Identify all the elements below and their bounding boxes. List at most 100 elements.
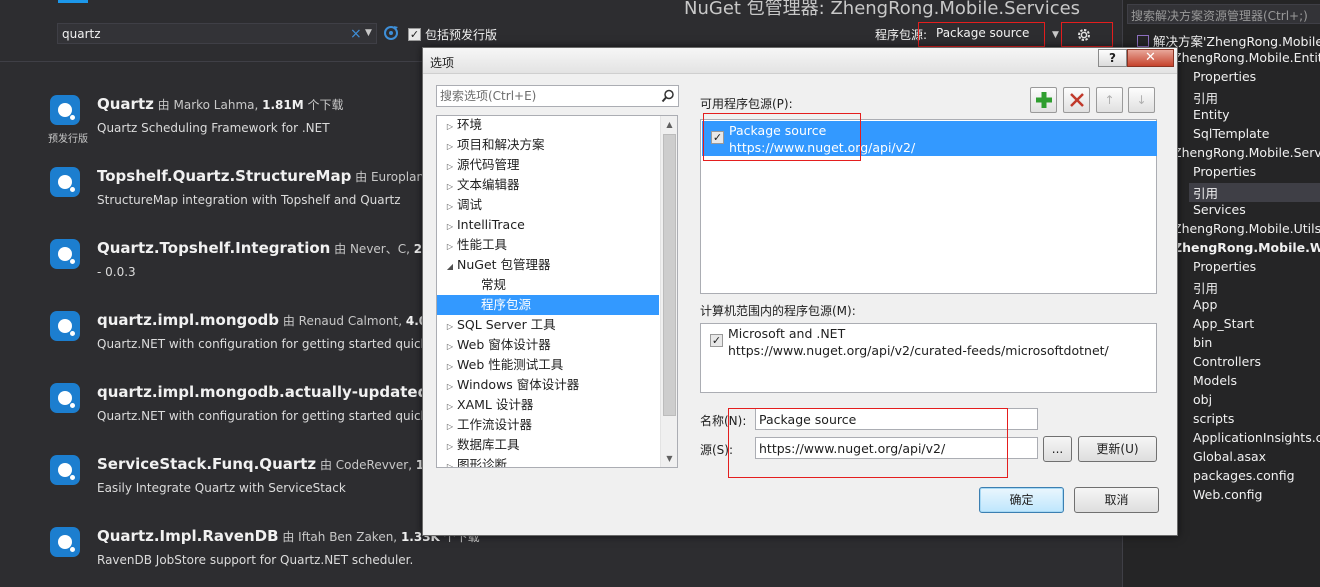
options-tree-item[interactable]: ▷ 工作流设计器 <box>437 415 659 435</box>
expand-arrow-icon[interactable]: ▷ <box>443 377 457 397</box>
package-title-line: quartz.impl.mongodb.actually-updated 由 <box>97 383 444 401</box>
solution-tree-item[interactable]: scripts <box>1189 411 1320 430</box>
dialog-titlebar[interactable]: 选项 ? ✕ <box>423 48 1177 74</box>
cancel-button[interactable]: 取消 <box>1074 487 1159 513</box>
expand-arrow-icon[interactable]: ▷ <box>443 317 457 337</box>
move-down-button[interactable]: ↓ <box>1128 87 1155 113</box>
expand-arrow-icon[interactable]: ▷ <box>443 337 457 357</box>
package-row[interactable]: Quartz.Topshelf.Integration 由 Never、C, 2… <box>0 239 455 303</box>
add-source-button[interactable] <box>1030 87 1057 113</box>
expand-arrow-icon[interactable]: ▷ <box>443 157 457 177</box>
refresh-icon[interactable] <box>382 24 400 42</box>
options-tree-item[interactable]: ▷ SQL Server 工具 <box>437 315 659 335</box>
solution-tree-item[interactable]: SqlTemplate <box>1189 126 1320 145</box>
options-tree-item[interactable]: 常规 <box>437 275 659 295</box>
solution-tree-item[interactable]: App_Start <box>1189 316 1320 335</box>
solution-item-label: obj <box>1193 392 1213 407</box>
package-row[interactable]: 预发行版 Quartz 由 Marko Lahma, 1.81M 个下载 Quart… <box>0 95 430 159</box>
expand-arrow-icon[interactable]: ▷ <box>443 137 457 157</box>
expand-arrow-icon[interactable]: ▷ <box>443 417 457 437</box>
solution-tree-item[interactable]: Properties <box>1189 259 1320 278</box>
solution-tree-item[interactable]: ZhengRong.Mobile.Utils <box>1169 221 1320 240</box>
options-search-box[interactable] <box>436 85 679 107</box>
solution-tree-item[interactable]: Properties <box>1189 164 1320 183</box>
solution-tree-item[interactable]: 引用 <box>1189 88 1320 107</box>
options-tree-item[interactable]: ▷ 项目和解决方案 <box>437 135 659 155</box>
scroll-thumb[interactable] <box>663 134 676 416</box>
update-button[interactable]: 更新(U) <box>1078 436 1157 462</box>
scroll-up-icon[interactable]: ▲ <box>661 116 677 133</box>
options-tree-item[interactable]: ▷ 调试 <box>437 195 659 215</box>
expand-arrow-icon[interactable]: ▷ <box>443 437 457 457</box>
expand-arrow-icon[interactable]: ▷ <box>443 117 457 137</box>
clear-search-icon[interactable]: × <box>350 26 362 42</box>
search-history-dropdown-icon[interactable]: ▼ <box>365 28 372 38</box>
solution-tree-item[interactable]: packages.config <box>1189 468 1320 487</box>
options-tree-item[interactable]: ▷ Windows 窗体设计器 <box>437 375 659 395</box>
help-button[interactable]: ? <box>1098 49 1127 67</box>
options-tree-scrollbar[interactable]: ▲ ▼ <box>660 116 677 467</box>
solution-tree-item[interactable]: Models <box>1189 373 1320 392</box>
package-source-select[interactable]: Package source <box>918 22 1045 47</box>
expand-arrow-icon[interactable]: ▷ <box>443 457 457 467</box>
solution-tree-item[interactable]: 引用 <box>1189 278 1320 297</box>
solution-tree-item[interactable]: Controllers <box>1189 354 1320 373</box>
close-button[interactable]: ✕ <box>1127 49 1174 67</box>
remove-source-button[interactable] <box>1063 87 1090 113</box>
solution-tree-item[interactable]: App <box>1189 297 1320 316</box>
expand-arrow-icon[interactable]: ▷ <box>443 177 457 197</box>
scroll-down-icon[interactable]: ▼ <box>661 450 677 467</box>
solution-tree-item[interactable]: ZhengRong.Mobile.Web <box>1169 240 1320 259</box>
package-row[interactable]: Topshelf.Quartz.StructureMap 由 Europlan,… <box>0 167 453 231</box>
browse-tab-indicator[interactable] <box>58 0 88 3</box>
options-tree-item[interactable]: ▷ IntelliTrace <box>437 215 659 235</box>
options-search-input[interactable] <box>440 88 655 104</box>
search-icon[interactable] <box>661 89 675 103</box>
solution-tree-item[interactable]: Services <box>1189 202 1320 221</box>
browse-button[interactable]: ... <box>1043 436 1072 462</box>
machine-source-checkbox[interactable]: ✓ <box>710 334 723 347</box>
include-prerelease-checkbox[interactable]: ✓ 包括预发行版 <box>408 26 497 43</box>
solution-tree-item[interactable]: ApplicationInsights.co <box>1189 430 1320 449</box>
options-tree-item[interactable]: ◢ NuGet 包管理器 <box>437 255 659 275</box>
package-row[interactable]: ServiceStack.Funq.Quartz 由 CodeRevver, 1… <box>0 455 455 519</box>
expand-arrow-icon[interactable]: ◢ <box>443 257 457 277</box>
options-tree-item[interactable]: 程序包源 <box>437 295 659 315</box>
ok-button[interactable]: 确定 <box>979 487 1064 513</box>
solution-search-input[interactable]: 搜索解决方案资源管理器(Ctrl+;) <box>1127 4 1320 24</box>
options-tree-item[interactable]: ▷ 数据库工具 <box>437 435 659 455</box>
prerelease-check-icon[interactable]: ✓ <box>408 28 421 41</box>
expand-arrow-icon[interactable]: ▷ <box>443 237 457 257</box>
package-row[interactable]: Quartz.Impl.RavenDB 由 Iftah Ben Zaken, 1… <box>0 527 480 587</box>
options-tree-item[interactable]: ▷ 性能工具 <box>437 235 659 255</box>
solution-tree-item[interactable]: Entity <box>1189 107 1320 126</box>
package-row[interactable]: quartz.impl.mongodb 由 Renaud Calmont, 4.… <box>0 311 445 375</box>
expand-arrow-icon[interactable]: ▷ <box>443 217 457 237</box>
solution-tree-item[interactable]: Global.asax <box>1189 449 1320 468</box>
package-description: Easily Integrate Quartz with ServiceStac… <box>97 481 346 495</box>
options-tree-label: 调试 <box>457 197 483 212</box>
solution-tree-item[interactable]: obj <box>1189 392 1320 411</box>
solution-tree-item[interactable]: 引用 <box>1189 183 1320 202</box>
solution-tree-item[interactable]: bin <box>1189 335 1320 354</box>
package-search-input[interactable] <box>62 25 342 42</box>
package-search-box[interactable] <box>57 23 377 44</box>
options-tree-item[interactable]: ▷ Web 窗体设计器 <box>437 335 659 355</box>
options-tree-item[interactable]: ▷ 源代码管理 <box>437 155 659 175</box>
options-tree-item[interactable]: ▷ 图形诊断 <box>437 455 659 467</box>
solution-tree-item[interactable]: ZhengRong.Mobile.Entity <box>1169 50 1320 69</box>
settings-button[interactable] <box>1061 22 1113 47</box>
package-source-dropdown-icon[interactable]: ▼ <box>1052 30 1059 40</box>
solution-tree-item[interactable]: Properties <box>1189 69 1320 88</box>
solution-tree-item[interactable]: Web.config <box>1189 487 1320 506</box>
options-tree-item[interactable]: ▷ Web 性能测试工具 <box>437 355 659 375</box>
solution-tree-item[interactable]: ZhengRong.Mobile.Servic <box>1169 145 1320 164</box>
package-row[interactable]: quartz.impl.mongodb.actually-updated 由 Qu… <box>0 383 444 447</box>
options-tree-item[interactable]: ▷ XAML 设计器 <box>437 395 659 415</box>
options-tree-item[interactable]: ▷ 环境 <box>437 116 659 137</box>
expand-arrow-icon[interactable]: ▷ <box>443 197 457 217</box>
expand-arrow-icon[interactable]: ▷ <box>443 357 457 377</box>
expand-arrow-icon[interactable]: ▷ <box>443 397 457 417</box>
options-tree-item[interactable]: ▷ 文本编辑器 <box>437 175 659 195</box>
move-up-button[interactable]: ↑ <box>1096 87 1123 113</box>
